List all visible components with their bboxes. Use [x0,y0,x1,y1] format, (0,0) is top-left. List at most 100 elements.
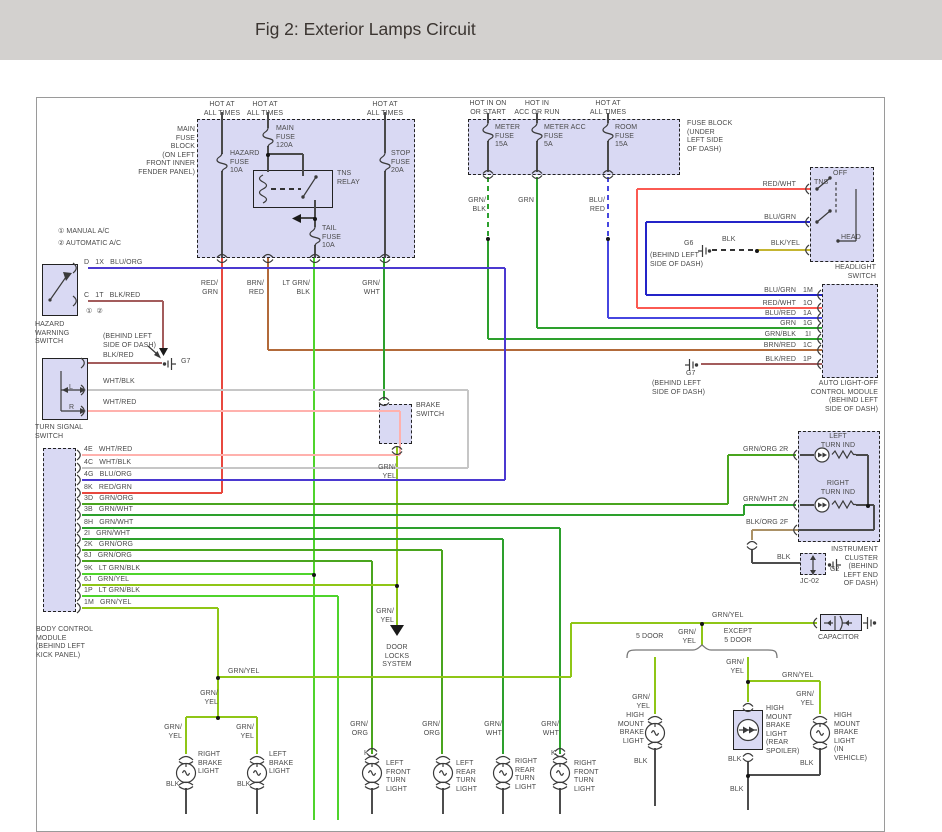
relay-dash-link [271,188,301,190]
wht-blk-h [88,389,468,391]
bcm-2k-h [82,549,442,551]
gy-5door-v [654,657,656,714]
right-turn-ind-label: RIGHT TURN IND [820,480,856,496]
mod-red-wht: RED/WHT [762,300,796,307]
brn-red-1c [268,349,822,351]
connector-icon [215,253,229,264]
mod-pin-1m: 1M [803,287,813,294]
auto-light-off-module-box [822,284,878,378]
blu-red-v [607,238,609,318]
hot-at-all-times-4: HOT AT ALL TIMES [589,100,627,116]
cluster-pin-icon [790,499,798,511]
junction-dot [312,572,316,577]
bcm-pin-icon [76,474,84,486]
gy-bus-h [218,676,571,678]
brake-switch-conn-icon [377,396,391,407]
bcm-8k: 8K RED/GRN [84,484,132,491]
bcm-1m-v [217,608,219,677]
grn-yel-lb-label: GRN/ YEL [236,724,254,740]
hazard-switch-label: HAZARD WARNING SWITCH [35,321,70,346]
headlight-pin-icon [802,216,810,228]
left-turn-resistor-icon [831,449,856,460]
blk-g6-label: BLK [722,236,736,243]
grn-wht-brake-v [383,258,385,400]
mod-blu-grn: BLU/GRN [764,287,796,294]
blk-spoiler2-label: BLK [730,786,744,793]
junction-dot [746,679,750,684]
grn-org-lf-label: GRN/ ORG [350,721,368,737]
relay-coil-icon [256,174,270,205]
gy-cap-h [571,622,817,624]
bcm-pin-icon [76,602,84,614]
capacitor-ground-icon [862,615,877,631]
junction-dot [755,248,759,253]
g7b-behind-label: (BEHIND LEFT SIDE OF DASH) [652,380,706,396]
figure-title: Fig 2: Exterior Lamps Circuit [255,19,476,39]
room-fuse-icon [602,122,614,143]
head-label: HEAD [841,234,861,241]
mod-pin-1i: 1I [805,331,812,338]
blk-spoiler-label: BLK [728,756,742,763]
left-rear-turn-label: LEFT REAR TURN LIGHT [456,760,478,793]
g6-label: G6 [684,240,694,247]
module-pin-icon [814,358,822,370]
wht-red-label: WHT/RED [103,399,137,406]
gy-lb-v [256,717,258,754]
hot-at-all-times-3: HOT AT ALL TIMES [366,101,404,117]
mod-brn-red: BRN/RED [763,342,796,349]
grn-blk-v [487,238,489,339]
hazard-pin-icon [72,295,80,307]
headlight-switch-label: HEADLIGHT SWITCH [835,264,876,280]
bcm-9k: 9K LT GRN/BLK [84,565,141,572]
blk-jc-v [751,549,753,563]
relay-switch-icon [299,172,321,200]
bcm-pin-icon [76,590,84,602]
right-turn-resistor-icon [831,499,856,510]
bcm-8h-h [82,527,560,529]
g7-label: G7 [181,358,191,365]
stub-lf [371,788,373,814]
meter-acc-out [536,141,538,172]
module-pin-icon [814,344,822,356]
bcm-8h-v [559,528,561,754]
blk-inveh-v [819,748,821,775]
high-mount-bulb-icon [642,714,668,750]
grn-yel-bl-label: GRN/ YEL [200,690,218,706]
door-locks-label: DOOR LOCKS SYSTEM [382,644,412,669]
jc02-junction-icon [808,554,818,576]
hot-at-all-times-2: HOT AT ALL TIMES [246,101,284,117]
blu-org-v [504,268,506,480]
room-fuse-label: ROOM FUSE 15A [615,124,638,149]
bcm-pin-icon [76,449,84,461]
brake-switch-conn-icon [390,445,404,456]
right-brake-label: RIGHT BRAKE LIGHT [198,751,223,776]
legend-automatic-ac: ② AUTOMATIC A/C [58,240,122,247]
blu-red-label: BLU/ RED [589,197,605,213]
relay-feed-h [268,153,303,155]
cl-int-2 [856,454,868,456]
meter-fuse-label: METER FUSE 15A [495,124,520,149]
g2-label: G2 [830,566,840,573]
junction-dot [395,583,399,588]
red-grn-v [221,258,223,493]
g7-ground-icon [162,356,177,372]
mod-pin-1c: 1C [803,342,813,349]
tail-branch-arrow-icon [292,214,301,223]
connector-icon [741,752,755,763]
stub-lr [442,788,444,814]
grn-yel-except-label: GRN/ YEL [726,659,744,675]
grn-yel-5door-label: GRN/ YEL [632,694,650,710]
g6-dash [712,249,757,251]
cl-int-7 [798,529,874,531]
hot-in-on-or-start: HOT IN ON OR START [469,100,507,116]
except-five-door-label: EXCEPT 5 DOOR [723,628,753,644]
five-door-label: 5 DOOR [636,633,664,640]
main-fuse-label: MAIN FUSE 120A [276,125,296,150]
junction-dot [266,152,270,157]
blu-org-4g [82,479,505,481]
cl-int-6 [873,505,875,530]
gy-bus-v [570,623,572,677]
bcm-3d-h [82,503,728,505]
mod-pin-1a: 1A [803,310,812,317]
lt-grn-blk-label: LT GRN/ BLK [282,280,310,296]
